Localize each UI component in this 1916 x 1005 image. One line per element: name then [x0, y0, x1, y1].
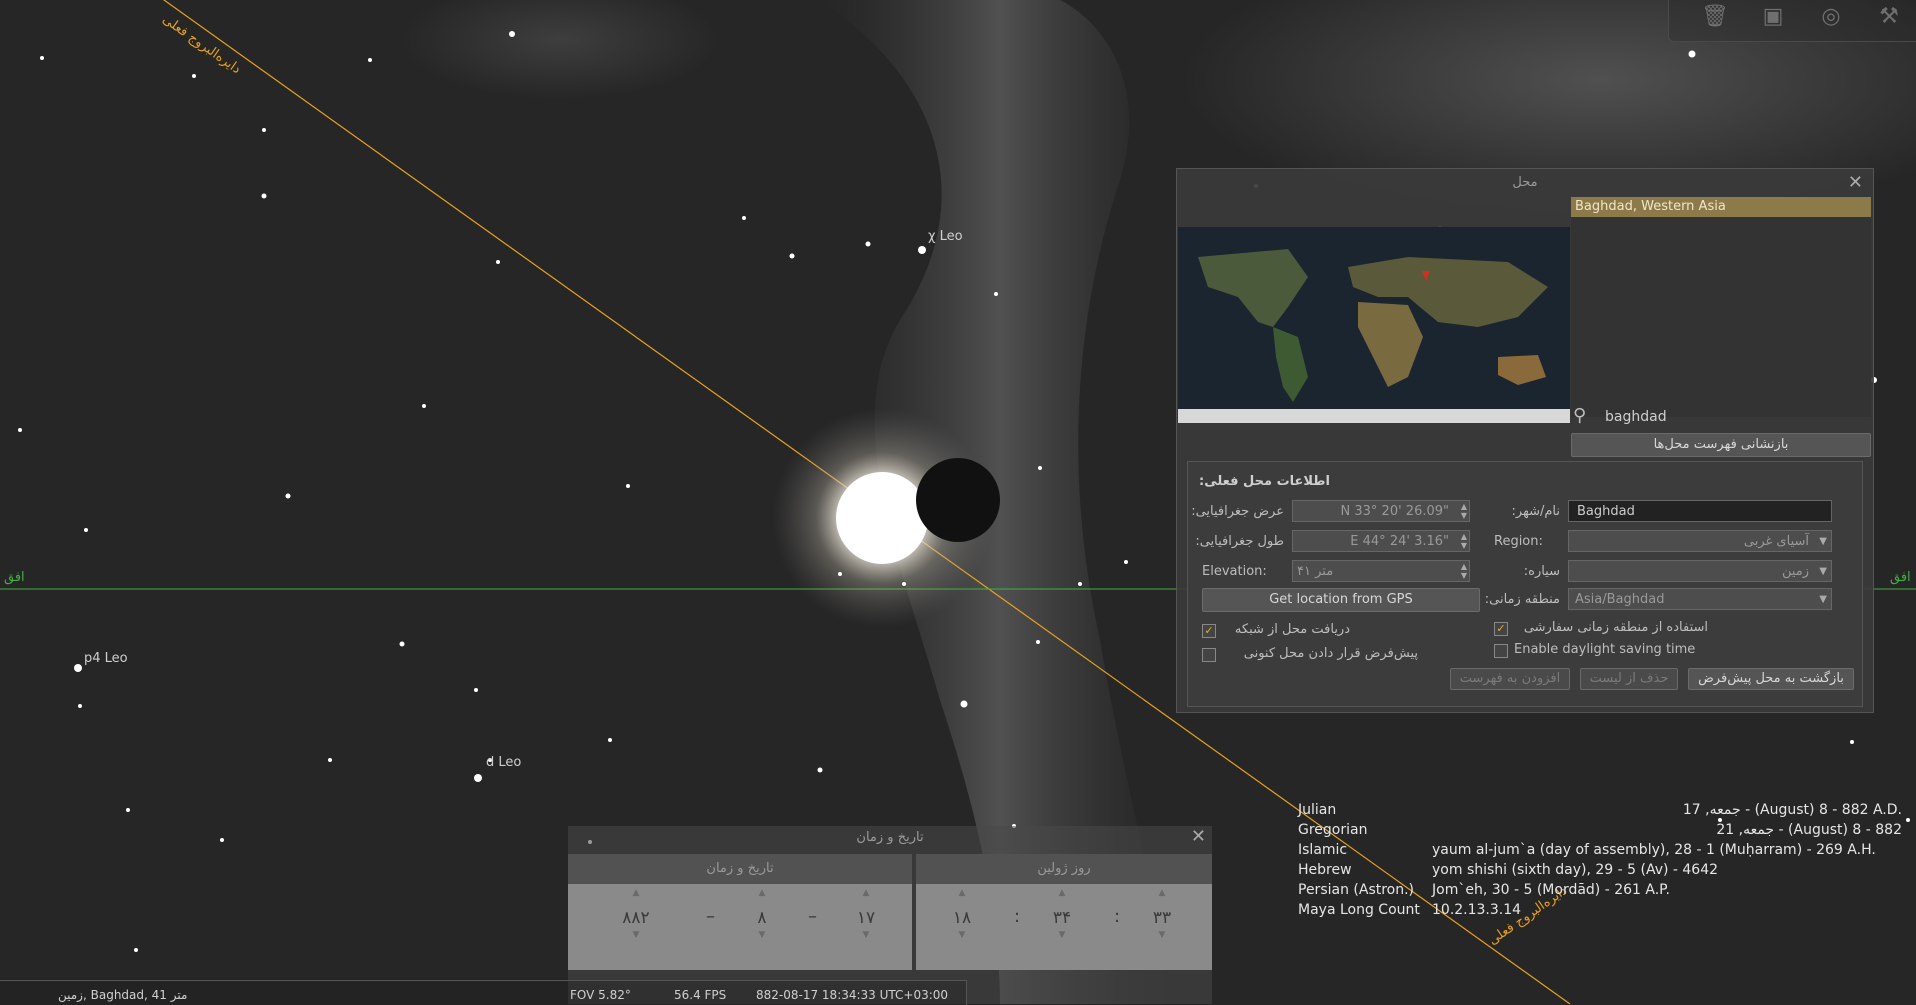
add-to-list-button[interactable]: افزودن به فهرست	[1450, 668, 1570, 690]
calendar-value: Jom`eh, 30 - 5 (Mordād) - 261 A.P.	[1432, 882, 1670, 898]
location-list[interactable]: Baghdad, Western Asia	[1571, 197, 1871, 417]
date-separator: –	[808, 906, 817, 927]
daylight-saving-checkbox[interactable]	[1494, 644, 1508, 658]
timezone-select[interactable]: Asia/Baghdad ▼	[1568, 588, 1832, 610]
planet-label: سیاره:	[1523, 564, 1560, 579]
trash-icon[interactable]: 🗑	[1699, 3, 1731, 31]
star-d-leo	[474, 774, 482, 782]
region-select[interactable]: آسیای غربی ▼	[1568, 530, 1832, 552]
moon	[916, 458, 1000, 542]
close-icon[interactable]: ✕	[1191, 826, 1206, 847]
longitude-field[interactable]: E 44° 24' 3.16" ▲ ▼	[1292, 530, 1470, 552]
elevation-label: Elevation:	[1202, 564, 1267, 579]
calendar-value: جمعه, 21 - (August) 8 - 882	[1716, 822, 1902, 838]
status-bar: زمین, Baghdad, 41 متر FOV 5.82° 56.4 FPS…	[0, 980, 967, 1005]
custom-timezone-checkbox[interactable]: ✓	[1494, 622, 1508, 636]
date-tab-pane: تاریخ و زمان ▲ ۸۸۲ ▼ – ▲ ۸ ▼ – ▲ ۱۷ ▼	[568, 854, 912, 970]
network-location-label: دریافت محل از شبکه	[1234, 622, 1350, 637]
delete-from-list-button[interactable]: حذف از لیست	[1580, 668, 1678, 690]
sun	[836, 472, 928, 564]
close-icon[interactable]: ✕	[1848, 172, 1863, 193]
wrench-icon[interactable]: ⚒	[1873, 3, 1905, 31]
star-label-d-leo: d Leo	[486, 755, 522, 770]
current-location-info: اطلاعات محل فعلی: عرض جغرافیایی: طول جغر…	[1187, 461, 1863, 707]
horizon-label-right: افق	[1890, 570, 1911, 585]
custom-timezone-label: استفاده از منطقه زمانی سفارشی	[1523, 620, 1708, 635]
tab-julian-day[interactable]: روز ژولین	[916, 854, 1212, 884]
calendar-value: yom shishi (sixth day), 29 - 5 (Av) - 46…	[1432, 862, 1719, 878]
set-default-checkbox[interactable]	[1202, 648, 1216, 662]
location-window: محل ✕ Baghdad, Western Asia ⚲ baghdad با…	[1176, 168, 1874, 713]
time-separator: :	[1114, 906, 1121, 927]
star-label-p4-leo: p4 Leo	[84, 651, 128, 666]
star-chi-leo	[918, 246, 926, 254]
tv-icon[interactable]: ▣	[1757, 3, 1789, 31]
set-default-label: پیش‌فرض قرار دادن محل کنونی	[1243, 646, 1418, 661]
chevron-down-icon: ▼	[1819, 536, 1827, 547]
calendar-name: Hebrew	[1298, 862, 1352, 878]
minute-field[interactable]: ۳۴	[1042, 908, 1082, 928]
calendar-name: Islamic	[1298, 842, 1348, 858]
name-city-label: نام/شهر:	[1511, 504, 1560, 519]
planet-select[interactable]: زمین ▼	[1568, 560, 1832, 582]
world-map[interactable]	[1178, 227, 1570, 423]
status-datetime: 882-08-17 18:34:33 UTC+03:00	[756, 988, 949, 1002]
name-city-field[interactable]: Baghdad	[1568, 500, 1832, 522]
target-icon[interactable]: ◎	[1815, 3, 1847, 31]
status-fps: 56.4 FPS	[674, 988, 727, 1002]
calendar-value: yaum al-jum`a (day of assembly), 28 - 1 …	[1432, 842, 1876, 858]
calendar-value: 10.2.13.3.14	[1432, 902, 1522, 918]
latitude-label: عرض جغرافیایی:	[1191, 504, 1284, 519]
elevation-field[interactable]: ۴۱ متر ▲ ▼	[1292, 560, 1470, 582]
section-title: اطلاعات محل فعلی:	[1199, 474, 1330, 489]
star-p4-leo	[74, 664, 82, 672]
date-separator: –	[706, 906, 715, 927]
search-input[interactable]: baghdad	[1605, 409, 1667, 425]
datetime-window-title: تاریخ و زمان	[856, 830, 924, 845]
reset-location-list-button[interactable]: بازنشانی فهرست محل‌ها	[1571, 433, 1871, 457]
status-location: زمین, Baghdad, 41 متر	[58, 988, 188, 1002]
status-fov: FOV 5.82°	[570, 988, 631, 1002]
location-window-title: محل	[1512, 175, 1538, 190]
month-field[interactable]: ۸	[742, 908, 782, 928]
second-field[interactable]: ۳۳	[1142, 908, 1182, 928]
time-separator: :	[1014, 906, 1021, 927]
datetime-window: تاریخ و زمان ✕ تاریخ و زمان ▲ ۸۸۲ ▼ – ▲ …	[568, 826, 1212, 1004]
chevron-down-icon: ▼	[1819, 566, 1827, 577]
daylight-saving-label: Enable daylight saving time	[1514, 642, 1696, 657]
region-label: Region:	[1494, 534, 1543, 549]
calendar-name: Julian	[1298, 802, 1337, 818]
hour-field[interactable]: ۱۸	[942, 908, 982, 928]
search-icon: ⚲	[1573, 405, 1587, 426]
calendar-value: جمعه, 17 - (August) 8 - 882 A.D.	[1682, 802, 1902, 818]
longitude-label: طول جغرافیایی:	[1195, 534, 1284, 549]
latitude-field[interactable]: N 33° 20' 26.09" ▲ ▼	[1292, 500, 1470, 522]
horizon-label-left: افق	[4, 570, 25, 585]
day-field[interactable]: ۱۷	[846, 908, 886, 928]
network-location-checkbox[interactable]: ✓	[1202, 624, 1216, 638]
year-field[interactable]: ۸۸۲	[616, 908, 656, 928]
chevron-down-icon: ▼	[1819, 594, 1827, 605]
tab-date-time[interactable]: تاریخ و زمان	[568, 854, 912, 884]
return-default-location-button[interactable]: بازگشت به محل پیش‌فرض	[1688, 668, 1854, 690]
star-label-chi-leo: χ Leo	[928, 229, 963, 244]
calendar-name: Persian (Astron.)	[1298, 882, 1415, 898]
search-row: ⚲ baghdad	[1571, 405, 1871, 429]
gps-button[interactable]: Get location from GPS	[1202, 588, 1480, 612]
calendar-name: Gregorian	[1298, 822, 1368, 838]
julian-tab-pane: روز ژولین ▲ ۱۸ ▼ : ▲ ۳۴ ▼ : ▲ ۳۳ ▼	[916, 854, 1212, 970]
toolbar: 🗑 ▣ ◎ ⚒	[1668, 0, 1916, 42]
calendar-name: Maya Long Count	[1298, 902, 1420, 918]
location-list-selected[interactable]: Baghdad, Western Asia	[1571, 197, 1871, 217]
